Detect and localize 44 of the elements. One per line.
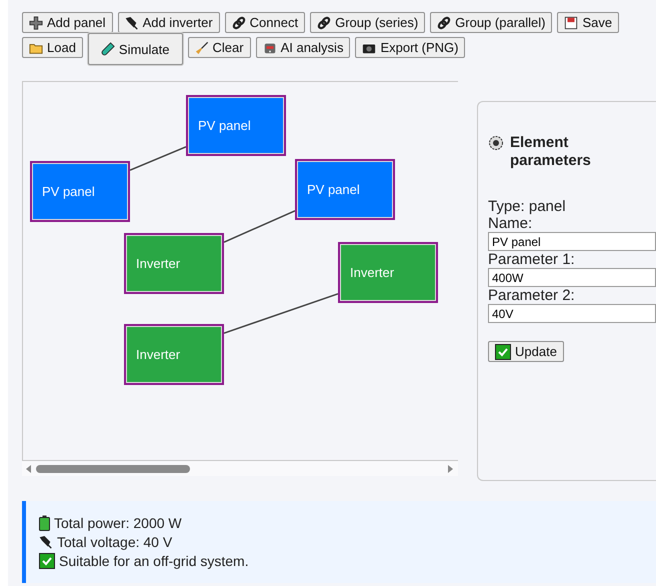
update-button[interactable]: Update xyxy=(488,341,564,362)
field-label: Parameter 2: xyxy=(488,287,576,304)
field-label: Parameter 1: xyxy=(488,251,576,268)
link-icon xyxy=(437,16,452,30)
toolbar-button[interactable]: Group (parallel) xyxy=(430,12,552,33)
toolbar-button[interactable]: AI analysis xyxy=(256,37,350,58)
field-label: Name: xyxy=(488,215,534,232)
input-field[interactable]: 400W xyxy=(488,268,656,287)
toolbar-button[interactable]: Add inverter xyxy=(118,12,220,33)
broom-icon xyxy=(194,40,208,54)
scroll-right-icon[interactable] xyxy=(448,464,454,472)
type-label: Type: panel xyxy=(488,198,567,215)
toolbar-button[interactable]: Group (series) xyxy=(310,12,426,33)
battery-icon xyxy=(39,515,50,531)
connector-line xyxy=(224,210,296,243)
plug-icon xyxy=(39,535,53,549)
check-icon xyxy=(495,344,511,360)
plus-icon xyxy=(29,16,43,30)
toolbar-button[interactable]: Connect xyxy=(224,12,306,33)
input-field[interactable]: PV panel xyxy=(488,232,656,251)
toolbar-button[interactable]: Simulate xyxy=(88,33,182,65)
plug-icon xyxy=(124,16,139,30)
link-icon xyxy=(317,16,332,30)
panel-node[interactable]: PV panel xyxy=(295,159,395,220)
toolbar-button[interactable]: Load xyxy=(22,37,83,58)
result-text: Total voltage: 40 V xyxy=(57,533,172,551)
robot-icon xyxy=(262,40,277,54)
panel-title: Element parameters xyxy=(510,134,592,170)
panel-node[interactable]: PV panel xyxy=(186,95,286,156)
result-text: Total power: 2000 W xyxy=(54,514,182,532)
toolbar-button[interactable]: Save xyxy=(557,12,620,33)
settings-icon xyxy=(488,135,504,151)
scrollbar[interactable] xyxy=(22,461,458,476)
connector-line xyxy=(130,146,186,171)
panel-node[interactable]: PV panel xyxy=(30,161,130,222)
toolbar-button[interactable]: Export (PNG) xyxy=(355,37,466,58)
check-icon xyxy=(39,553,55,569)
toolbar-button[interactable]: Clear xyxy=(188,37,251,58)
test-tube-icon xyxy=(100,42,115,56)
scroll-left-icon[interactable] xyxy=(26,464,32,472)
link-icon xyxy=(232,16,246,30)
result-text: Suitable for an off-grid system. xyxy=(59,552,249,570)
toolbar-button[interactable]: Add panel xyxy=(22,12,113,33)
input-field[interactable]: 40V xyxy=(488,304,656,323)
